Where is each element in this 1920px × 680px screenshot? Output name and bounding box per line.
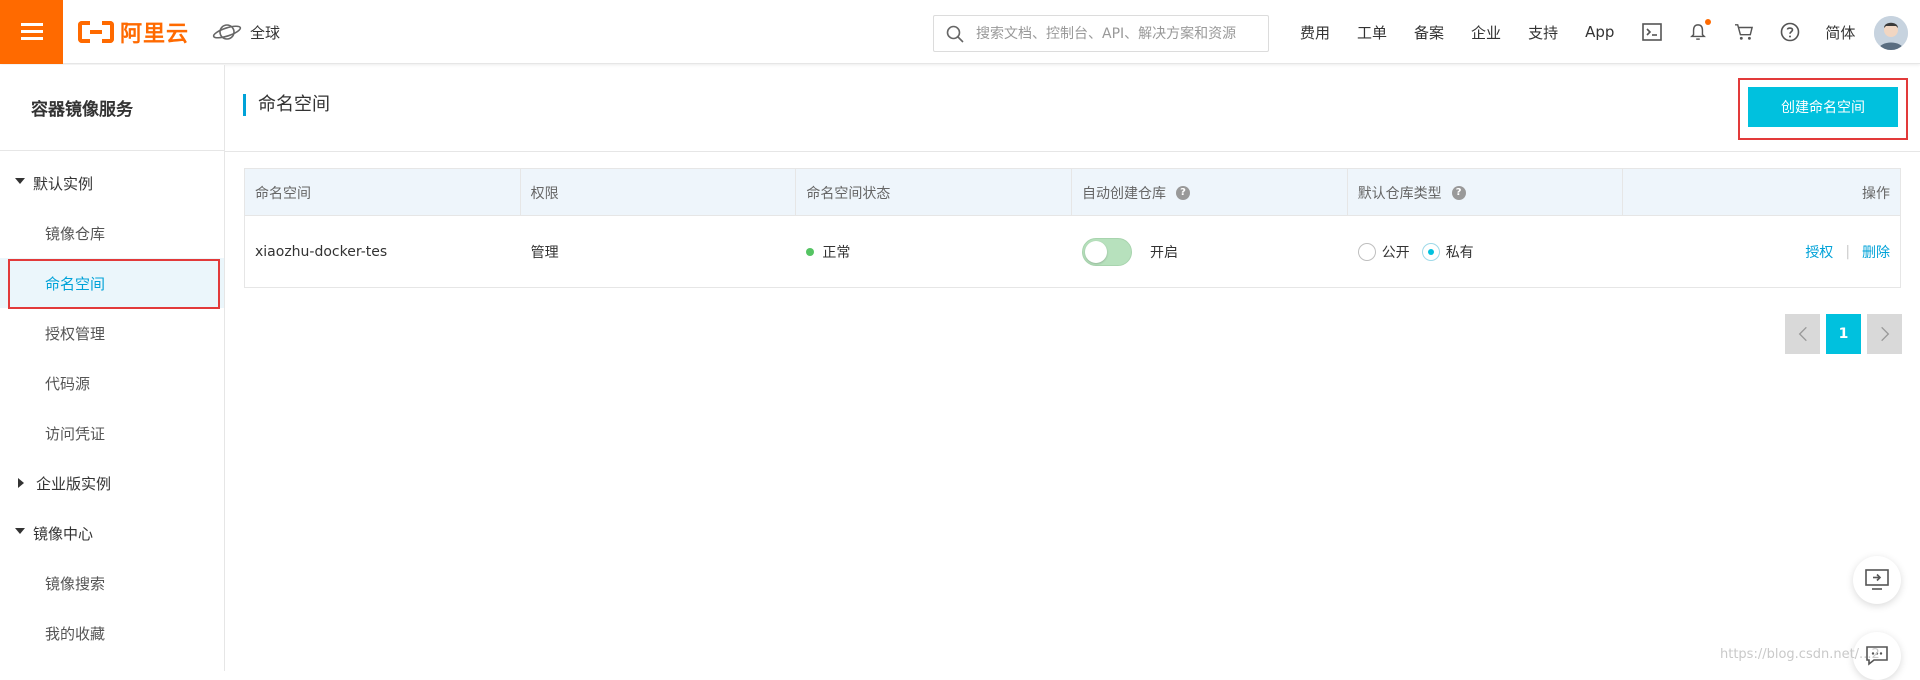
prev-page-button[interactable]: [1785, 314, 1820, 354]
sidebar-group-label: 默认实例: [33, 174, 94, 193]
top-bar: 阿里云 全球 费用 工单 备案 企业 支持 App: [0, 0, 1920, 64]
sidebar-group-default-instance[interactable]: 默认实例: [0, 158, 224, 208]
table-header: 命名空间 权限 命名空间状态 自动创建仓库 ? 默认仓库类型 ? 操作: [245, 169, 1900, 216]
sidebar-title: 容器镜像服务: [0, 65, 224, 151]
user-avatar-icon: [1874, 16, 1908, 50]
terminal-icon[interactable]: [1641, 21, 1663, 43]
sidebar-item-authorization[interactable]: 授权管理: [0, 308, 224, 358]
namespace-name: xiaozhu-docker-tes: [255, 243, 388, 260]
auto-create-cell: 开启: [1072, 216, 1348, 287]
bell-icon[interactable]: [1687, 19, 1712, 43]
status-cell: 正常: [796, 216, 1072, 287]
caret-right-icon: [18, 478, 28, 488]
sidebar-group-label: 企业版实例: [36, 474, 112, 493]
column-header-status: 命名空间状态: [796, 169, 1073, 216]
action-separator: |: [1845, 243, 1851, 260]
actions-cell: 授权 | 删除: [1623, 216, 1900, 287]
question-icon[interactable]: ?: [1176, 185, 1191, 200]
column-header-actions: 操作: [1862, 185, 1891, 202]
language-switch[interactable]: 简体: [1825, 22, 1855, 43]
status-text: 正常: [822, 244, 851, 261]
column-header-namespace: 命名空间: [245, 169, 521, 216]
repo-type-cell: 公开 私有: [1348, 216, 1624, 287]
repo-type-radio-group: 公开 私有: [1357, 242, 1486, 262]
radio-private[interactable]: [1421, 242, 1440, 261]
page-header: 命名空间 创建命名空间: [225, 65, 1920, 152]
delete-link[interactable]: 删除: [1862, 242, 1890, 262]
avatar[interactable]: [1874, 16, 1908, 50]
sidebar-group-image-center[interactable]: 镜像中心: [0, 508, 224, 558]
top-navigation: 费用 工单 备案 企业 支持 App 简体: [1300, 0, 1882, 64]
nav-support[interactable]: 支持: [1528, 22, 1558, 43]
question-icon[interactable]: ?: [1451, 185, 1466, 200]
main-content: 命名空间 创建命名空间 命名空间 权限 命名空间状态 自动创建仓库 ? 默认仓库…: [225, 65, 1920, 671]
radio-public[interactable]: [1357, 242, 1376, 261]
cart-icon[interactable]: [1733, 21, 1755, 43]
aliyun-logo-mark: [78, 21, 114, 43]
region-label: 全球: [250, 23, 281, 42]
caret-down-icon: [15, 528, 25, 538]
radio-private-label[interactable]: 私有: [1446, 242, 1474, 262]
column-header-permission: 权限: [521, 169, 797, 216]
search-icon: [946, 25, 964, 43]
nav-fees[interactable]: 费用: [1300, 22, 1330, 43]
planet-icon: [212, 24, 242, 40]
sidebar-group-label: 镜像中心: [33, 524, 94, 543]
float-console-button[interactable]: [1853, 556, 1901, 604]
search-input[interactable]: [974, 24, 1268, 43]
permission-value: 管理: [530, 244, 559, 261]
sidebar-group-enterprise-instance[interactable]: 企业版实例: [0, 458, 224, 508]
page-number[interactable]: 1: [1826, 314, 1861, 354]
status-dot-icon: [806, 247, 815, 256]
column-header-auto-create: 自动创建仓库 ?: [1072, 169, 1348, 216]
sidebar-item-image-search[interactable]: 镜像搜索: [0, 558, 224, 608]
nav-tickets[interactable]: 工单: [1357, 22, 1387, 43]
sidebar-item-namespaces[interactable]: 命名空间: [0, 258, 224, 309]
create-namespace-button[interactable]: 创建命名空间: [1748, 87, 1898, 127]
sidebar-item-repositories[interactable]: 镜像仓库: [0, 208, 224, 258]
chevron-left-icon: [1798, 326, 1807, 342]
page-title: 命名空间: [243, 94, 330, 116]
menu-icon: [20, 23, 43, 41]
nav-app[interactable]: App: [1585, 23, 1614, 41]
notification-dot: [1705, 19, 1712, 25]
sidebar-item-code-source[interactable]: 代码源: [0, 358, 224, 408]
nav-icp-filing[interactable]: 备案: [1414, 22, 1444, 43]
sidebar-item-my-favorites[interactable]: 我的收藏: [0, 608, 224, 658]
screen-share-icon: [1865, 569, 1889, 590]
pagination: 1: [1785, 314, 1902, 354]
sidebar: 容器镜像服务 默认实例 镜像仓库 命名空间 授权管理 代码源 访问凭证 企业版实…: [0, 65, 225, 671]
help-icon[interactable]: [1779, 21, 1801, 43]
namespace-table: 命名空间 权限 命名空间状态 自动创建仓库 ? 默认仓库类型 ? 操作 xiao…: [244, 168, 1901, 288]
column-header-repo-type: 默认仓库类型 ?: [1348, 169, 1624, 216]
next-page-button[interactable]: [1867, 314, 1902, 354]
caret-down-icon: [15, 178, 25, 188]
brand-name: 阿里云: [120, 22, 190, 47]
chevron-right-icon: [1880, 326, 1889, 342]
nav-enterprise[interactable]: 企业: [1471, 22, 1501, 43]
radio-public-label[interactable]: 公开: [1382, 242, 1410, 262]
sidebar-item-access-credentials[interactable]: 访问凭证: [0, 408, 224, 458]
aliyun-logo[interactable]: 阿里云: [78, 16, 189, 48]
hamburger-menu-button[interactable]: [0, 0, 63, 64]
authorize-link[interactable]: 授权: [1805, 242, 1833, 262]
region-selector[interactable]: 全球: [212, 18, 280, 46]
global-search[interactable]: [933, 15, 1269, 52]
table-row: xiaozhu-docker-tes 管理 正常 开启 公开 私有 授权 | 删…: [245, 216, 1900, 287]
watermark: https://blog.csdn.net/...2: [1720, 647, 1880, 662]
auto-create-toggle[interactable]: [1082, 237, 1133, 266]
auto-create-label: 开启: [1150, 244, 1179, 261]
